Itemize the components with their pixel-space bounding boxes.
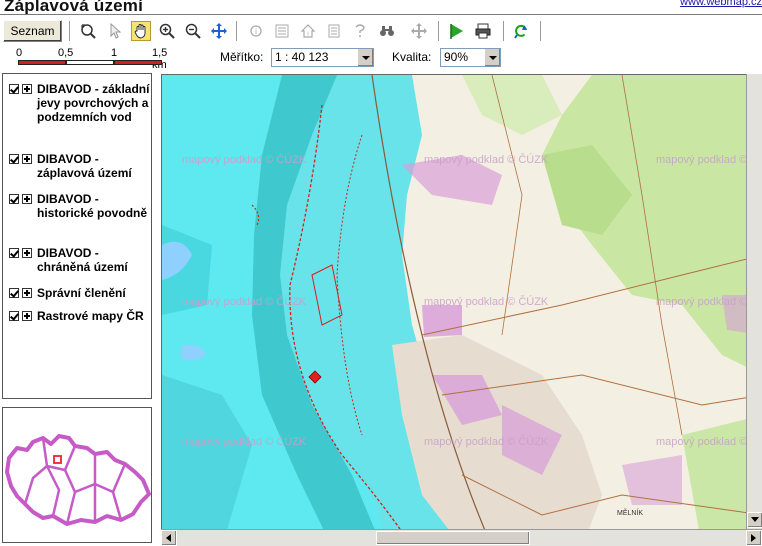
list-icon[interactable] [272,21,292,41]
binoculars-icon[interactable] [377,21,397,41]
scale-select[interactable]: 1 : 40 123 [271,48,374,67]
map-canvas: mapový podklad © ČÚZK mapový podklad © Č… [162,75,762,546]
layer-checkbox[interactable] [9,194,19,204]
print-icon[interactable] [473,21,493,41]
scale-label-05: 0,5 [58,47,74,59]
pointer-info-icon[interactable] [105,21,125,41]
scale-segment [114,60,162,65]
layer-checkbox[interactable] [9,84,19,94]
horizontal-scrollbar[interactable] [161,529,762,546]
expand-plus-icon[interactable] [22,194,32,204]
info-icon[interactable]: i [246,21,266,41]
map-watermark: mapový podklad © ČÚZK [424,153,549,166]
refresh-icon[interactable] [511,21,531,41]
zoom-in-icon[interactable] [157,21,177,41]
svg-text:i: i [307,32,308,38]
map-watermark: mapový podklad © ČÚZK [424,295,549,308]
scale-label-1: 1 [111,47,118,59]
layer-label: DIBAVOD - záplavová území [37,152,132,180]
title-divider [0,14,762,15]
layer-label: DIBAVOD - základní jevy povrchových a po… [37,82,150,124]
vertical-scrollbar[interactable] [746,74,762,529]
expand-plus-icon[interactable] [22,288,32,298]
map-watermark: mapový podklad © ČÚZK [424,435,549,448]
overview-map[interactable] [2,407,152,543]
map-view[interactable]: mapový podklad © ČÚZK mapový podklad © Č… [161,74,762,546]
quality-select-value: 90% [444,50,469,64]
layers-icon[interactable] [324,21,344,41]
layer-label: DIBAVOD - historické povodně [37,192,148,220]
expand-plus-icon[interactable] [22,311,32,321]
move-arrows-icon[interactable] [209,21,229,41]
flag-icon[interactable] [447,21,467,41]
horizontal-scroll-thumb[interactable] [376,531,530,545]
map-watermark: mapový podklad © ČÚZK [182,153,307,166]
layer-label: DIBAVOD - chráněná území [37,246,128,274]
quality-select[interactable]: 90% [440,48,501,67]
zoom-reset-icon[interactable] [78,21,98,41]
chevron-down-icon[interactable] [357,49,373,66]
layer-label: Rastrové mapy ČR [37,309,144,323]
svg-text:i: i [255,27,257,36]
scale-segment [18,60,66,65]
webmap-link[interactable]: www.webmap.cz [680,0,762,8]
scale-label-0: 0 [16,47,23,59]
scale-select-label: Měřítko: [220,50,264,64]
chevron-down-icon[interactable] [484,49,500,66]
quality-select-label: Kvalita: [392,50,432,64]
map-watermark: mapový podklad © ČÚZK [182,295,307,308]
scroll-down-icon[interactable] [747,512,762,528]
layer-checkbox[interactable] [9,154,19,164]
toolbar-separator [540,21,542,41]
toolbar-separator [503,21,505,41]
map-place-label: MĚLNÍK [617,508,643,517]
scale-label-15: 1,5 km [152,47,168,71]
toolbar: Seznam i i [0,18,762,44]
expand-plus-icon[interactable] [22,84,32,94]
scroll-left-icon[interactable] [161,530,177,546]
help-icon[interactable] [350,21,370,41]
scale-select-value: 1 : 40 123 [275,50,329,64]
move-gray-icon[interactable] [409,21,429,41]
zoom-out-icon[interactable] [183,21,203,41]
toolbar-separator [236,21,238,41]
layer-checkbox[interactable] [9,248,19,258]
scale-bar: 0 0,5 1 1,5 km [16,47,167,71]
czech-regions-outline [5,434,151,526]
layer-checkbox[interactable] [9,288,19,298]
layer-panel: DIBAVOD - základní jevy povrchových a po… [2,73,152,399]
toolbar-separator [69,21,71,41]
app-window: Záplavová území www.webmap.cz Seznam i i… [0,0,762,546]
layer-label: Správní členění [37,286,126,300]
scale-segment [66,60,114,65]
pan-hand-icon[interactable] [131,21,151,41]
map-watermark: mapový podklad © ČÚZK [182,435,307,448]
home-icon[interactable]: i [298,21,318,41]
list-button[interactable]: Seznam [3,20,62,42]
expand-plus-icon[interactable] [22,154,32,164]
scroll-right-icon[interactable] [746,530,762,546]
expand-plus-icon[interactable] [22,248,32,258]
toolbar-separator [438,21,440,41]
layer-checkbox[interactable] [9,311,19,321]
